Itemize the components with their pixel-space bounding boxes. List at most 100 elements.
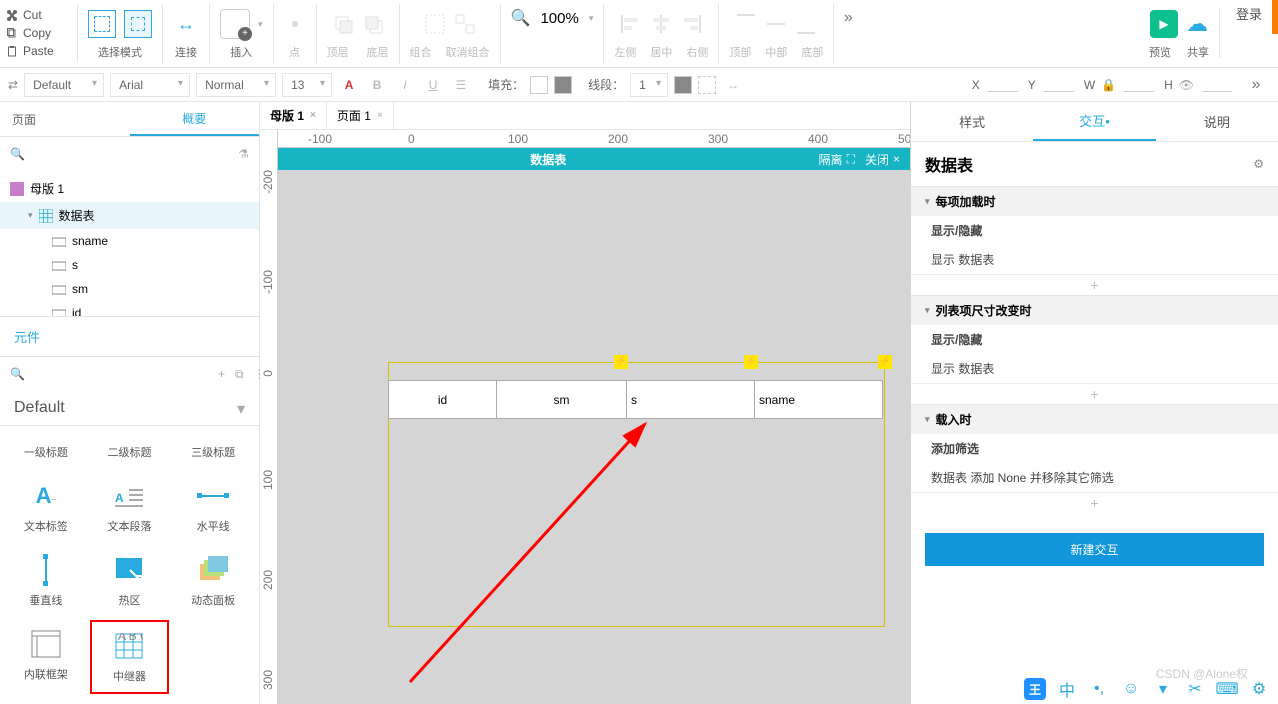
font-select[interactable]: Arial <box>110 73 190 97</box>
action-line[interactable]: 添加筛选 <box>911 434 1278 463</box>
widget-dynamic-panel[interactable]: 动态面板 <box>173 546 253 616</box>
text-color-button[interactable]: A <box>338 74 360 96</box>
ungroup-icon[interactable] <box>454 13 476 35</box>
search-icon[interactable]: 🔍 <box>10 147 25 161</box>
send-back-icon[interactable] <box>362 13 384 35</box>
group-icon[interactable] <box>424 13 446 35</box>
tree-item[interactable]: sm <box>0 277 259 301</box>
widget-hotspot[interactable]: 热区 <box>90 546 170 616</box>
italic-button[interactable]: I <box>394 74 416 96</box>
bold-button[interactable]: B <box>366 74 388 96</box>
outline-search-input[interactable] <box>33 143 230 165</box>
fill-color-1[interactable] <box>530 76 548 94</box>
btm-gear-icon[interactable]: ⚙ <box>1248 678 1270 700</box>
zoom-icon[interactable]: 🔍 <box>511 8 531 28</box>
tree-item[interactable]: id <box>0 301 259 316</box>
y-input[interactable] <box>1044 77 1074 92</box>
prop-overflow-button[interactable]: » <box>1242 71 1270 99</box>
doc-tab-page[interactable]: 页面 1× <box>327 102 394 129</box>
add-action-button[interactable]: + <box>911 492 1278 513</box>
align-right-icon[interactable] <box>680 13 702 35</box>
weight-select[interactable]: Normal <box>196 73 276 97</box>
add-action-button[interactable]: + <box>911 274 1278 295</box>
preview-button[interactable]: ▶ <box>1150 10 1178 38</box>
comp-search-input[interactable] <box>35 363 198 385</box>
bring-front-icon[interactable] <box>332 13 354 35</box>
tree-item[interactable]: sname <box>0 229 259 253</box>
btm-smile-icon[interactable]: ☺ <box>1120 678 1142 700</box>
align-top-icon[interactable] <box>735 13 757 35</box>
copy-button[interactable]: Copy <box>6 24 71 42</box>
comp-search-icon[interactable]: 🔍 <box>10 367 25 381</box>
section-item-load[interactable]: ▾每项加载时 <box>911 187 1278 216</box>
style-toggle-icon[interactable]: ⇄ <box>8 78 18 92</box>
visibility-icon[interactable]: 👁 <box>1179 78 1194 92</box>
widget-label[interactable]: A_文本标签 <box>6 472 86 542</box>
align-bottom-icon[interactable] <box>795 13 817 35</box>
close-icon[interactable]: × <box>377 110 383 121</box>
tab-outline[interactable]: 概要 <box>130 102 260 136</box>
cut-button[interactable]: Cut <box>6 6 71 24</box>
widget-h1[interactable]: 一级标题 <box>6 436 86 468</box>
paste-button[interactable]: Paste <box>6 42 71 60</box>
action-line[interactable]: 数据表 添加 None 并移除其它筛选 <box>911 463 1278 492</box>
library-select[interactable]: Default <box>0 391 259 426</box>
align-center-icon[interactable] <box>650 13 672 35</box>
canvas-data-table[interactable]: id sm s sname <box>388 380 883 419</box>
arrow-style[interactable]: ↔ <box>722 74 744 96</box>
align-middle-icon[interactable] <box>765 13 787 35</box>
tree-master[interactable]: 母版 1 <box>0 175 259 202</box>
action-line[interactable]: 显示/隐藏 <box>911 325 1278 354</box>
lock-icon[interactable]: 🔒 <box>1101 78 1116 92</box>
widget-h2[interactable]: 二级标题 <box>90 436 170 468</box>
action-line[interactable]: 显示 数据表 <box>911 245 1278 274</box>
line-color[interactable] <box>674 76 692 94</box>
close-icon[interactable]: × <box>310 110 316 121</box>
login-button[interactable]: 登录 <box>1220 4 1278 23</box>
tree-item[interactable]: s <box>0 253 259 277</box>
btm-cut-icon[interactable]: ✂ <box>1184 678 1206 700</box>
select-intersect-button[interactable] <box>88 10 116 38</box>
widget-repeater[interactable]: A B C中继器 <box>90 620 170 694</box>
widget-iframe[interactable]: 内联框架 <box>6 620 86 694</box>
widget-paragraph[interactable]: A文本段落 <box>90 472 170 542</box>
tree-table[interactable]: ▾数据表 <box>0 202 259 229</box>
new-interaction-button[interactable]: 新建交互 <box>925 533 1264 566</box>
widget-h3[interactable]: 三级标题 <box>173 436 253 468</box>
btm-dots-icon[interactable]: •, <box>1088 678 1110 700</box>
tab-style[interactable]: 样式 <box>911 102 1033 141</box>
action-line[interactable]: 显示/隐藏 <box>911 216 1278 245</box>
line-width-select[interactable]: 1 <box>630 73 668 97</box>
list-button[interactable]: ☰ <box>450 74 472 96</box>
doc-tab-master[interactable]: 母版 1× <box>260 102 327 129</box>
line-style[interactable] <box>698 76 716 94</box>
ribbon-overflow-button[interactable]: » <box>834 4 862 32</box>
align-left-icon[interactable] <box>620 13 642 35</box>
point-icon[interactable] <box>284 13 306 35</box>
tab-page[interactable]: 页面 <box>0 102 130 136</box>
w-input[interactable] <box>1124 77 1154 92</box>
btm-keyboard-icon[interactable]: ⌨ <box>1216 678 1238 700</box>
insert-button[interactable]: + <box>220 9 250 39</box>
filter-icon[interactable]: ⚗ <box>238 147 249 161</box>
section-item-resize[interactable]: ▾列表项尺寸改变时 <box>911 296 1278 325</box>
cards-icon[interactable]: ⧉ <box>235 367 244 382</box>
add-action-button[interactable]: + <box>911 383 1278 404</box>
tab-interact[interactable]: 交互• <box>1033 102 1155 141</box>
share-button[interactable]: ☁ <box>1186 11 1208 37</box>
widget-vline[interactable]: 垂直线 <box>6 546 86 616</box>
isolate-button[interactable]: 隔离 ⛶ <box>819 151 855 168</box>
section-load[interactable]: ▾载入时 <box>911 405 1278 434</box>
settings-icon[interactable]: ⚙ <box>1253 157 1264 171</box>
connect-button[interactable]: ↔ <box>173 11 199 37</box>
close-iso-button[interactable]: 关闭 × <box>865 151 900 168</box>
action-line[interactable]: 显示 数据表 <box>911 354 1278 383</box>
fill-color-2[interactable] <box>554 76 572 94</box>
widget-hline[interactable]: 水平线 <box>173 472 253 542</box>
tab-notes[interactable]: 说明 <box>1156 102 1278 141</box>
btm-char-icon[interactable]: 中 <box>1056 678 1078 700</box>
x-input[interactable] <box>988 77 1018 92</box>
style-select[interactable]: Default <box>24 73 104 97</box>
wang-icon[interactable]: 王 <box>1024 678 1046 700</box>
size-select[interactable]: 13 <box>282 73 332 97</box>
